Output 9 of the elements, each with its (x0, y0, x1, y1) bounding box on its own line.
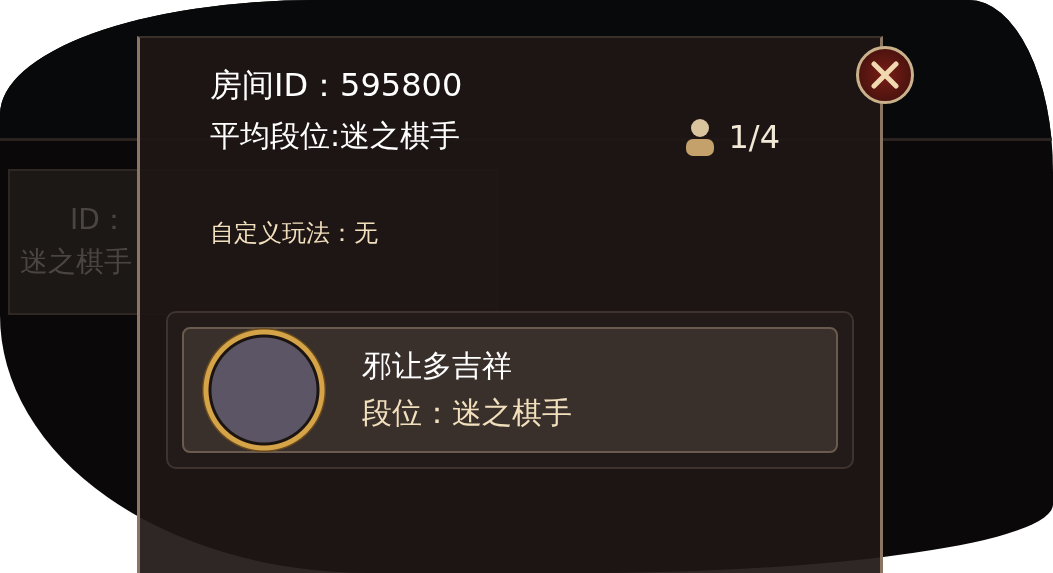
average-rank: 平均段位:迷之棋手 (210, 117, 461, 155)
room-id: 房间ID：595800 (210, 65, 464, 106)
person-icon (684, 117, 715, 156)
player-rank: 段位：迷之棋手 (362, 394, 572, 432)
close-button[interactable] (856, 46, 914, 104)
custom-rules: 自定义玩法：无 (210, 218, 379, 249)
player-name: 邪让多吉祥 (362, 347, 513, 385)
close-icon (871, 61, 899, 89)
player-count: 1/4 (728, 117, 780, 156)
